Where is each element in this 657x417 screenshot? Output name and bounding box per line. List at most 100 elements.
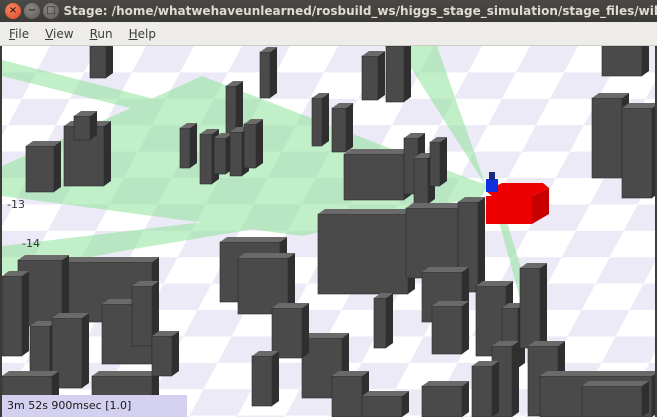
building-side [652, 373, 655, 417]
building-block [251, 351, 279, 407]
building-side [270, 47, 277, 98]
world-canvas[interactable]: -13 -14 [2, 46, 655, 417]
building-top [406, 203, 465, 208]
building-block [519, 263, 547, 349]
building-block [179, 123, 197, 169]
menu-help[interactable]: Help [120, 27, 163, 41]
building-top [422, 381, 469, 386]
building-front [471, 365, 493, 417]
building-front [199, 133, 213, 185]
menu-file-label: ile [15, 26, 30, 41]
menu-run-label: un [97, 26, 113, 41]
building-side [378, 51, 385, 100]
building-front [581, 385, 643, 417]
robot-sensor [486, 179, 498, 192]
building-side [272, 351, 279, 406]
minimize-window-button[interactable]: − [24, 3, 40, 19]
building-block [2, 271, 29, 357]
window-title: Stage: /home/whatwehaveunlearned/rosbuil… [63, 4, 657, 18]
building-block [73, 111, 97, 141]
building-front [429, 141, 441, 187]
building-block [151, 331, 179, 377]
building-front [213, 137, 227, 175]
building-side [404, 46, 411, 102]
building-block [361, 391, 409, 417]
building-side [90, 111, 97, 140]
menu-bar: File View Run Help [0, 22, 657, 46]
building-side [462, 381, 469, 417]
building-top [18, 255, 69, 260]
building-front [413, 157, 429, 205]
building-front [331, 375, 363, 417]
stage-world-view[interactable]: -13 -14 [2, 46, 655, 417]
building-block [343, 149, 411, 201]
building-block [431, 301, 469, 355]
building-front [229, 131, 243, 177]
building-block [243, 119, 263, 169]
building-side [512, 341, 519, 417]
maximize-window-button[interactable]: □ [43, 3, 59, 19]
menu-run[interactable]: Run [81, 27, 120, 41]
grid-label-y-13: -13 [7, 198, 25, 211]
building-block [361, 51, 385, 101]
building-side [478, 197, 485, 292]
building-side [652, 105, 655, 198]
building-block [385, 46, 411, 103]
building-front [431, 305, 463, 355]
building-block [421, 381, 469, 417]
close-window-button[interactable]: × [5, 3, 21, 19]
building-front [421, 385, 463, 417]
robot-body [486, 196, 532, 224]
building-side [106, 46, 113, 78]
building-block [601, 46, 649, 77]
building-front [317, 213, 409, 295]
building-front [361, 55, 379, 101]
building-front [251, 355, 273, 407]
building-block [271, 303, 309, 359]
building-front [89, 46, 107, 79]
building-block [471, 361, 499, 417]
menu-file[interactable]: File [0, 27, 36, 41]
building-top [92, 371, 159, 376]
building-block [373, 293, 393, 349]
building-top [238, 253, 295, 258]
building-top [362, 391, 409, 396]
building-front [621, 107, 653, 199]
menu-view[interactable]: View [36, 27, 80, 41]
building-front [385, 46, 405, 103]
building-side [22, 271, 29, 356]
building-side [346, 103, 353, 152]
building-side [440, 137, 447, 186]
simulation-clock: 3m 52s 900msec [1.0] [2, 395, 187, 417]
building-side [540, 263, 547, 348]
building-top [62, 257, 159, 262]
menu-view-label: iew [53, 26, 74, 41]
building-side [190, 123, 197, 168]
building-front [2, 275, 23, 357]
window-titlebar: × − □ Stage: /home/whatwehaveunlearned/r… [0, 0, 657, 22]
building-side [104, 121, 111, 186]
menu-help-mnemonic: H [128, 26, 138, 41]
building-top [318, 209, 415, 214]
building-block [317, 209, 415, 295]
building-front [25, 145, 55, 193]
building-front [373, 297, 387, 349]
building-front [519, 267, 541, 349]
building-block [429, 137, 447, 187]
building-front [331, 107, 347, 153]
building-front [259, 51, 271, 99]
building-side [172, 331, 179, 376]
grid-label-y-14: -14 [22, 237, 40, 250]
menu-help-label: elp [137, 26, 156, 41]
building-top [302, 333, 349, 338]
building-block [25, 141, 61, 193]
building-block [331, 103, 353, 153]
building-top [344, 149, 411, 154]
building-top [540, 371, 655, 376]
building-side [642, 381, 649, 417]
building-side [462, 301, 469, 354]
building-front [131, 285, 153, 347]
window-controls: × − □ [0, 3, 64, 19]
building-front [151, 335, 173, 377]
building-top [220, 237, 287, 242]
